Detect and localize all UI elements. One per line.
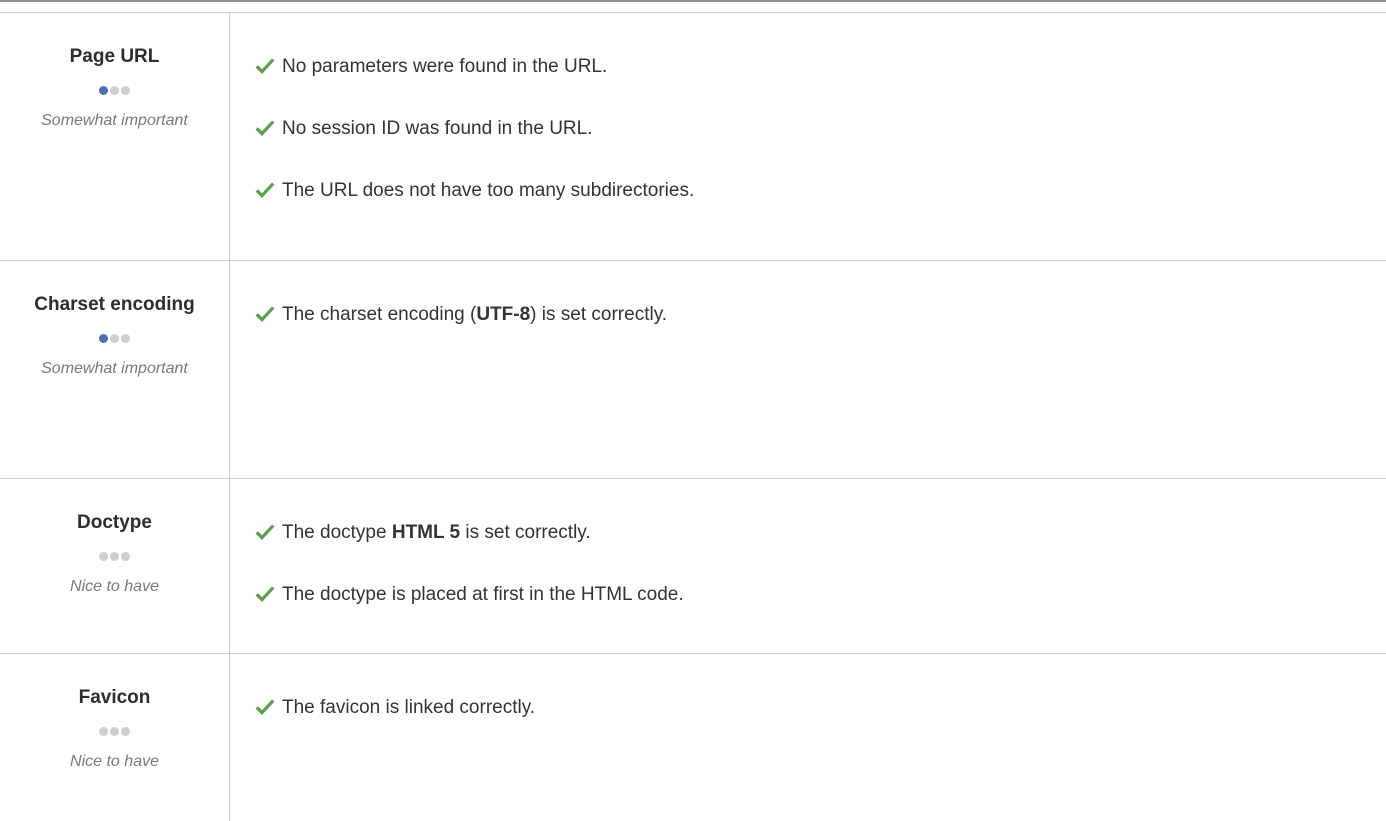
check-results: The doctype HTML 5 is set correctly. The… [230,479,1386,653]
check-results: The charset encoding (UTF-8) is set corr… [230,261,1386,478]
check-row-doctype: Doctype Nice to have The doctype HTML 5 … [0,479,1386,654]
importance-indicator [0,551,229,561]
importance-dot [121,85,130,95]
check-info: Page URL Somewhat important [0,13,230,260]
result-item: The charset encoding (UTF-8) is set corr… [254,303,1386,327]
check-icon [254,585,276,605]
importance-label: Nice to have [70,578,159,595]
importance-dot [99,551,108,561]
importance-dot [99,726,108,736]
seo-checks-table: Page URL Somewhat important No parameter… [0,12,1386,821]
check-title: Favicon [78,687,151,708]
check-title: Page URL [69,46,160,67]
importance-dot [110,85,119,95]
result-text: The favicon is linked correctly. [282,697,536,718]
importance-dot [121,551,130,561]
check-icon [254,181,276,201]
result-text: The doctype is placed at first in the HT… [282,584,684,605]
check-icon [254,305,276,325]
importance-dot [110,551,119,561]
check-icon [254,57,276,77]
check-info: Charset encoding Somewhat important [0,261,230,478]
result-item: The doctype HTML 5 is set correctly. [254,521,1386,545]
check-icon [254,119,276,139]
importance-indicator [0,85,229,95]
check-row-page-url: Page URL Somewhat important No parameter… [0,13,1386,261]
importance-dot [99,85,108,95]
importance-dot [121,726,130,736]
importance-indicator [0,726,229,736]
importance-label: Somewhat important [41,112,188,129]
top-divider [0,0,1386,2]
importance-dot [110,333,119,343]
check-title: Charset encoding [34,294,195,315]
result-text: The doctype HTML 5 is set correctly. [282,522,591,543]
check-info: Favicon Nice to have [0,654,230,821]
check-row-charset-encoding: Charset encoding Somewhat important The … [0,261,1386,479]
check-icon [254,698,276,718]
result-text: The URL does not have too many subdirect… [282,180,695,201]
result-text: No parameters were found in the URL. [282,56,608,77]
check-title: Doctype [77,512,152,533]
check-row-favicon: Favicon Nice to have The favicon is link… [0,654,1386,821]
importance-label: Nice to have [70,753,159,770]
check-info: Doctype Nice to have [0,479,230,653]
result-item: No session ID was found in the URL. [254,117,1386,141]
importance-dot [121,333,130,343]
result-item: No parameters were found in the URL. [254,55,1386,79]
check-results: No parameters were found in the URL. No … [230,13,1386,260]
result-item: The favicon is linked correctly. [254,696,1386,720]
result-item: The URL does not have too many subdirect… [254,179,1386,203]
result-text: No session ID was found in the URL. [282,118,593,139]
importance-dot [99,333,108,343]
importance-label: Somewhat important [41,360,188,377]
check-icon [254,523,276,543]
check-results: The favicon is linked correctly. [230,654,1386,821]
importance-dot [110,726,119,736]
result-item: The doctype is placed at first in the HT… [254,583,1386,607]
importance-indicator [0,333,229,343]
result-text: The charset encoding (UTF-8) is set corr… [282,304,668,325]
